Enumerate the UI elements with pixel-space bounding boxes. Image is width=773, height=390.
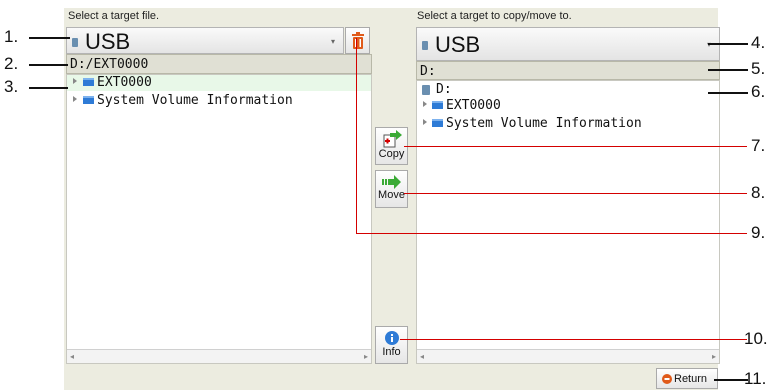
scroll-right-icon[interactable]: ▸ [364,352,368,361]
expand-icon [73,78,77,84]
return-icon [662,374,672,384]
left-file-tree[interactable] [66,74,372,364]
drive-icon [422,85,430,95]
callout-line-6 [708,92,748,94]
tree-row-root-d[interactable]: D: [418,82,718,98]
folder-icon [432,119,443,127]
callout-5: 5. [751,59,766,78]
return-label: Return [674,373,708,385]
callout-line-4 [708,43,748,45]
copy-label: Copy [378,148,405,160]
left-path-field: D:/EXT0000 [66,54,372,74]
callout-line-5 [708,69,748,71]
copy-icon [383,130,402,148]
callout-2: 2. [4,54,19,73]
folder-icon [432,101,443,109]
callout-9: 9. [751,223,766,242]
left-header: Select a target file. [68,10,160,22]
expand-icon [423,119,427,125]
callout-3: 3. [4,77,19,96]
chevron-down-icon: ▾ [330,37,335,46]
info-button[interactable]: Info [375,326,408,364]
callout-line-2 [29,64,68,66]
callout-6: 6. [751,82,766,101]
left-horizontal-scrollbar[interactable]: ◂ ▸ [67,349,371,363]
callout-line-7 [404,146,747,147]
return-button[interactable]: Return [656,368,718,389]
tree-item-label: EXT0000 [97,75,152,90]
folder-icon [83,96,94,104]
tree-row-system-volume[interactable]: System Volume Information [67,93,371,109]
move-arrow-icon [381,175,401,189]
tree-item-label: System Volume Information [446,116,642,131]
info-icon [384,331,399,345]
callout-line-1 [29,37,70,39]
tree-row-ext0000[interactable]: EXT0000 [418,98,718,114]
folder-icon [83,78,94,86]
callout-10: 10. [744,329,768,348]
callout-line-9 [356,233,747,234]
left-device-label: USB [85,29,131,54]
info-label: Info [382,346,401,358]
callout-11: 11. [744,369,767,388]
callout-line-8 [404,193,747,194]
right-device-label: USB [435,32,481,57]
tree-row-ext0000[interactable]: EXT0000 [67,75,371,91]
right-horizontal-scrollbar[interactable]: ◂ ▸ [417,349,719,363]
right-path-field: D: [416,61,720,80]
callout-line-9-vertical [356,38,357,234]
delete-button[interactable] [345,27,370,54]
expand-icon [73,96,77,102]
callout-4: 4. [751,33,766,52]
tree-row-system-volume[interactable]: System Volume Information [418,116,718,132]
move-label: Move [378,189,405,201]
move-button[interactable]: Move [375,170,408,208]
scroll-left-icon[interactable]: ◂ [420,352,424,361]
scroll-right-icon[interactable]: ▸ [712,352,716,361]
callout-8: 8. [751,183,766,202]
tree-item-label: System Volume Information [97,93,293,108]
callout-line-3 [29,87,68,89]
expand-icon [423,101,427,107]
trash-icon [351,32,364,49]
left-device-select[interactable]: USB ▾ [66,27,344,54]
tree-item-label: D: [436,82,452,97]
callout-line-10 [400,339,747,340]
callout-line-11 [714,379,748,381]
usb-icon [72,38,78,47]
right-header: Select a target to copy/move to. [417,10,572,22]
right-device-select[interactable]: USB ▾ [416,27,720,61]
tree-item-label: EXT0000 [446,98,501,113]
callout-7: 7. [751,136,766,155]
callout-1: 1. [4,27,19,46]
scroll-left-icon[interactable]: ◂ [70,352,74,361]
usb-icon [422,41,428,50]
